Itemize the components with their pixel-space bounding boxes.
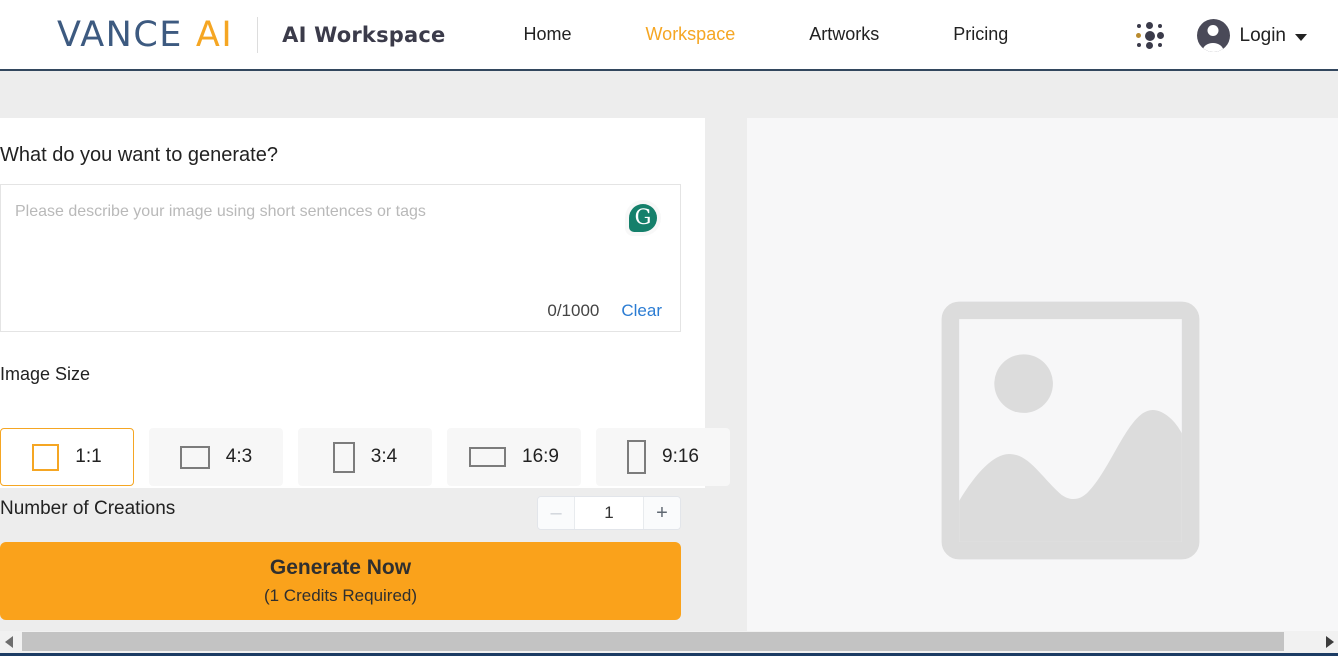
horizontal-scrollbar[interactable] (0, 631, 1338, 653)
stepper-increment-button[interactable]: + (644, 497, 680, 529)
main-nav: Home Workspace Artworks Pricing (524, 24, 1009, 45)
generate-now-button[interactable]: Generate Now (1 Credits Required) (0, 542, 681, 620)
scrollbar-track[interactable] (17, 631, 1321, 653)
nav-item-workspace[interactable]: Workspace (646, 24, 736, 45)
stepper-decrement-button[interactable]: – (538, 497, 574, 529)
generator-form-panel: What do you want to generate? Please des… (0, 118, 730, 488)
clear-prompt-button[interactable]: Clear (621, 301, 662, 321)
account-menu[interactable]: Login (1196, 19, 1307, 52)
ratio-option-9-16[interactable]: 9:16 (596, 428, 730, 486)
login-label: Login (1239, 24, 1287, 46)
quantity-stepper[interactable]: – 1 + (537, 496, 681, 530)
app-title: AI Workspace (282, 22, 446, 47)
tall-portrait-shape-icon (627, 440, 646, 474)
scrollbar-thumb[interactable] (22, 632, 1284, 651)
grammarly-icon[interactable]: G (625, 200, 661, 236)
number-of-creations-label: Number of Creations (0, 498, 176, 519)
generate-button-label: Generate Now (269, 556, 412, 579)
portrait-shape-icon (332, 441, 355, 473)
generate-button-credits: (1 Credits Required) (263, 586, 418, 605)
grammarly-badge: G (629, 204, 657, 232)
prompt-placeholder-text: Please describe your image using short s… (15, 203, 426, 220)
square-shape-icon (32, 443, 60, 471)
image-placeholder-icon (924, 284, 1217, 577)
scroll-right-arrow-icon[interactable] (1321, 631, 1338, 653)
header-right-cluster: Login (1133, 0, 1338, 71)
logo-text-vance: VANCE (57, 14, 183, 55)
preview-panel (747, 118, 1338, 631)
browser-viewport: VANCE AI AI Workspace Home Workspace Art… (0, 0, 1338, 656)
ratio-label-9-16: 9:16 (662, 446, 699, 467)
vance-ai-logo[interactable]: VANCE AI (57, 15, 233, 55)
ratio-label-4-3: 4:3 (225, 446, 253, 467)
page-title: What do you want to generate? (0, 144, 278, 166)
image-size-options: 1:1 4:3 3:4 16:9 9:16 (0, 428, 730, 486)
user-avatar-icon (1196, 19, 1230, 52)
ratio-label-1-1: 1:1 (75, 446, 102, 467)
generate-controls-strip: Number of Creations – 1 + Generate Now (… (0, 488, 705, 631)
ratio-option-3-4[interactable]: 3:4 (298, 428, 432, 486)
nav-item-artworks[interactable]: Artworks (809, 24, 879, 45)
ratio-label-3-4: 3:4 (370, 446, 398, 467)
landscape-shape-icon (179, 445, 210, 469)
stepper-value[interactable]: 1 (574, 497, 644, 529)
prompt-footer: 0/1000 Clear (547, 301, 662, 321)
grammarly-letter: G (634, 205, 652, 229)
wide-landscape-shape-icon (469, 447, 506, 467)
ratio-option-4-3[interactable]: 4:3 (149, 428, 283, 486)
grid-dots-icon[interactable] (1133, 19, 1167, 53)
scroll-left-arrow-icon[interactable] (0, 631, 17, 653)
image-size-label: Image Size (0, 364, 91, 384)
ratio-option-16-9[interactable]: 16:9 (447, 428, 581, 486)
ratio-option-1-1[interactable]: 1:1 (0, 428, 134, 486)
character-counter: 0/1000 (547, 301, 600, 320)
nav-item-pricing[interactable]: Pricing (953, 24, 1008, 45)
site-header: VANCE AI AI Workspace Home Workspace Art… (0, 0, 1338, 71)
logo-text-ai: AI (195, 14, 234, 55)
prompt-input-container[interactable]: Please describe your image using short s… (0, 184, 681, 332)
ratio-label-16-9: 16:9 (522, 446, 559, 467)
header-divider (257, 16, 259, 53)
nav-item-home[interactable]: Home (524, 24, 572, 45)
chevron-down-icon (1295, 33, 1307, 41)
